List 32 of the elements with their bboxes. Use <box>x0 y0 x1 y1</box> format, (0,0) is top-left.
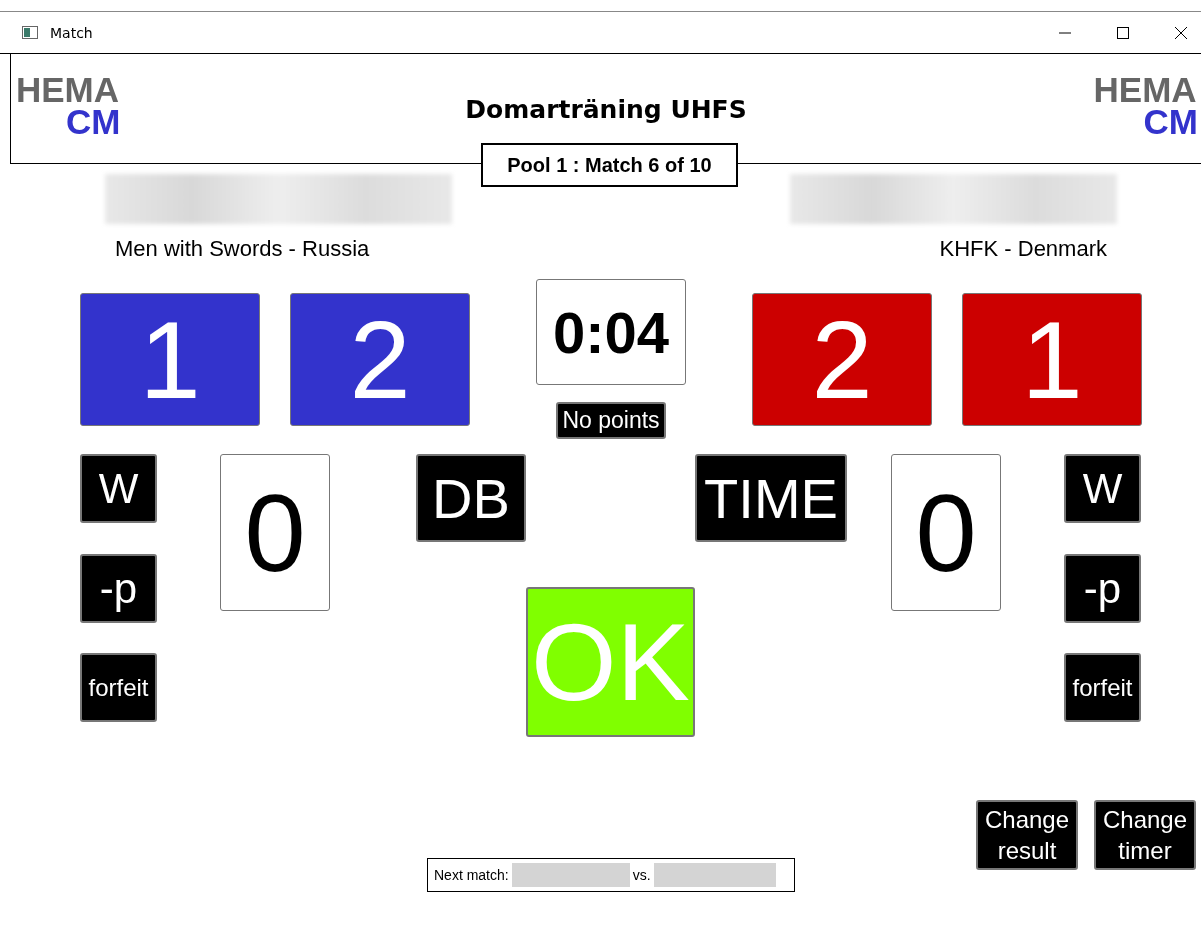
logo-text: CM <box>1143 106 1198 138</box>
maximize-icon[interactable] <box>1117 26 1129 39</box>
logo-text: HEMA <box>1093 74 1198 106</box>
timer-display: 0:04 <box>536 279 686 385</box>
penalty-button[interactable]: -p <box>1064 554 1141 623</box>
score-display[interactable]: 2 <box>752 293 932 426</box>
close-icon[interactable] <box>1175 26 1187 39</box>
logo-text: HEMA <box>16 74 121 106</box>
score-display[interactable]: 2 <box>290 293 470 426</box>
change-button[interactable]: Change timer <box>1094 800 1196 870</box>
penalty-button[interactable]: W <box>80 454 157 523</box>
penalty-button[interactable]: forfeit <box>80 653 157 722</box>
penalty-button[interactable]: W <box>1064 454 1141 523</box>
score-display[interactable]: 1 <box>80 293 260 426</box>
next-match-label: Next match: <box>434 867 509 883</box>
logo-text: CM <box>66 106 121 138</box>
club-name: Men with Swords - Russia <box>115 236 370 262</box>
penalty-count: 0 <box>220 454 330 611</box>
time-button[interactable]: TIME <box>695 454 847 542</box>
penalty-button[interactable]: -p <box>80 554 157 623</box>
penalty-count: 0 <box>891 454 1001 611</box>
status-label: No points <box>556 402 666 439</box>
club-name: KHFK - Denmark <box>939 236 1107 262</box>
change-button[interactable]: Change result <box>976 800 1078 870</box>
score-display[interactable]: 1 <box>962 293 1142 426</box>
vs-label: vs. <box>632 867 651 883</box>
app-icon <box>22 26 38 39</box>
event-title: Domarträning UHFS <box>465 95 747 124</box>
penalty-button[interactable]: forfeit <box>1064 653 1141 722</box>
double-button[interactable]: DB <box>416 454 526 542</box>
match-info: Pool 1 : Match 6 of 10 <box>481 143 738 187</box>
window-title: Match <box>50 24 93 41</box>
